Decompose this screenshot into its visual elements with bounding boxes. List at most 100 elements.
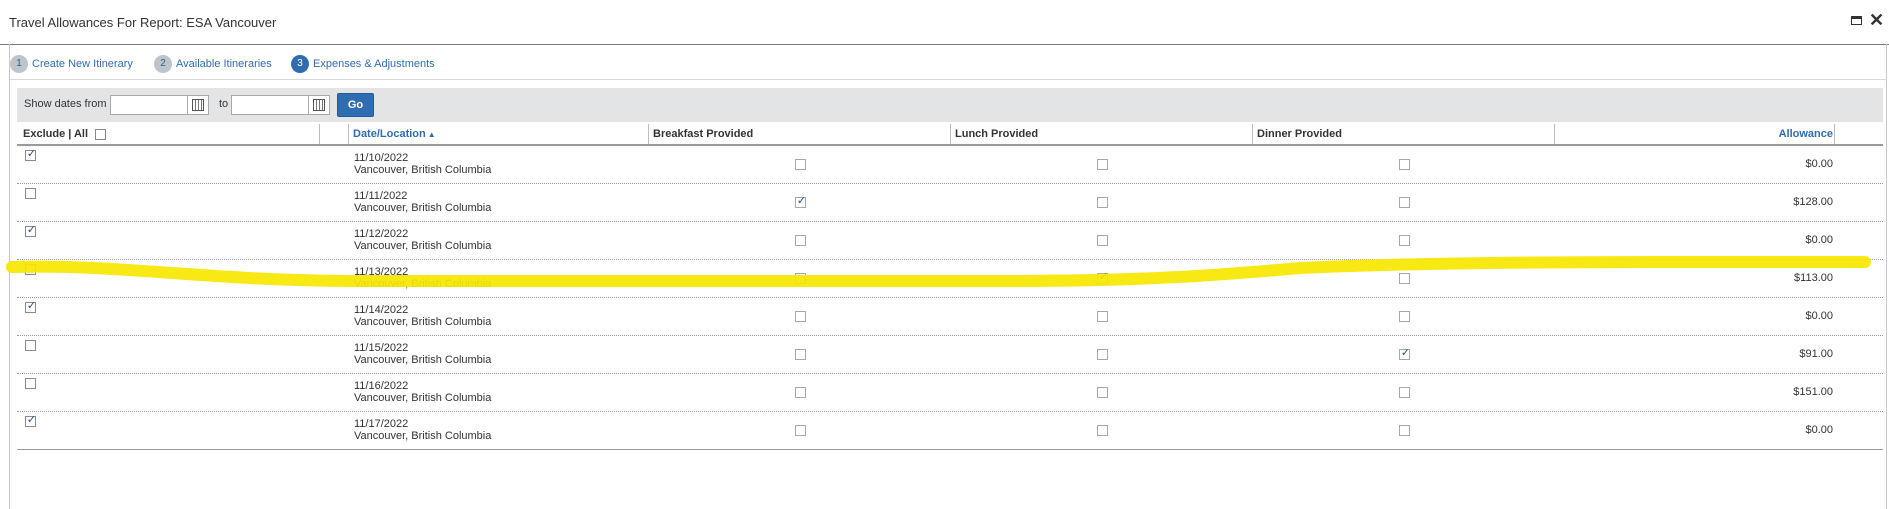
step-number-badge: 2 bbox=[154, 55, 172, 73]
calendar-icon[interactable] bbox=[308, 95, 330, 115]
breakfast-header: Breakfast Provided bbox=[653, 128, 754, 140]
exclude-checkbox[interactable] bbox=[25, 188, 36, 199]
lunch-checkbox[interactable] bbox=[1097, 197, 1108, 208]
dinner-checkbox[interactable] bbox=[1399, 311, 1410, 322]
checkmark-icon: ✓ bbox=[26, 224, 37, 236]
allowance-value: $0.00 bbox=[1805, 310, 1833, 322]
checkmark-icon: ✓ bbox=[26, 414, 37, 426]
row-location: Vancouver, British Columbia bbox=[354, 354, 492, 366]
row-location: Vancouver, British Columbia bbox=[354, 430, 492, 442]
date-location-cell: 11/17/2022 Vancouver, British Columbia bbox=[354, 418, 491, 442]
step-expenses-adjustments[interactable]: 3 Expenses & Adjustments bbox=[291, 55, 435, 75]
lunch-checkbox[interactable] bbox=[1097, 387, 1108, 398]
exclude-checkbox[interactable] bbox=[25, 378, 36, 389]
checkmark-icon: ✓ bbox=[26, 148, 37, 160]
step-number-badge: 1 bbox=[10, 55, 28, 73]
step-create-new-itinerary[interactable]: 1 Create New Itinerary bbox=[10, 55, 133, 75]
checkmark-icon: ✓ bbox=[796, 195, 807, 207]
content-right-border bbox=[1886, 44, 1887, 509]
column-divider bbox=[319, 124, 320, 144]
step-available-itineraries[interactable]: 2 Available Itineraries bbox=[154, 55, 272, 75]
allowance-value: $151.00 bbox=[1793, 386, 1833, 398]
row-location: Vancouver, British Columbia bbox=[354, 278, 492, 290]
date-location-cell: 11/10/2022 Vancouver, British Columbia bbox=[354, 152, 491, 176]
lunch-checkbox[interactable] bbox=[1097, 425, 1108, 436]
table-row: ✓ 11/12/2022 Vancouver, British Columbia… bbox=[17, 222, 1883, 260]
allowance-value: $128.00 bbox=[1793, 196, 1833, 208]
dinner-checkbox[interactable]: ✓ bbox=[1399, 347, 1411, 360]
lunch-checkbox[interactable] bbox=[1097, 235, 1108, 246]
column-divider bbox=[1252, 124, 1253, 144]
row-date: 11/16/2022 bbox=[354, 380, 409, 392]
breakfast-checkbox[interactable] bbox=[795, 235, 806, 246]
row-location: Vancouver, British Columbia bbox=[354, 316, 492, 328]
lunch-checkbox[interactable]: ✓ bbox=[1097, 271, 1109, 284]
allowance-value: $0.00 bbox=[1805, 424, 1833, 436]
step-label: Create New Itinerary bbox=[32, 58, 133, 70]
window-title-bar: Travel Allowances For Report: ESA Vancou… bbox=[0, 0, 1889, 45]
allowance-header[interactable]: Allowance bbox=[1779, 124, 1833, 144]
date-location-cell: 11/11/2022 Vancouver, British Columbia bbox=[354, 190, 491, 214]
allowance-value: $91.00 bbox=[1799, 348, 1833, 360]
calendar-icon[interactable] bbox=[187, 95, 209, 115]
table-header: Exclude | All Date/Location ▲ Breakfast P… bbox=[17, 124, 1883, 146]
exclude-checkbox[interactable]: ✓ bbox=[25, 148, 37, 161]
exclude-checkbox[interactable] bbox=[25, 264, 36, 275]
exclude-checkbox[interactable]: ✓ bbox=[25, 300, 36, 313]
row-location: Vancouver, British Columbia bbox=[354, 392, 492, 404]
dinner-header: Dinner Provided bbox=[1257, 128, 1342, 140]
breakfast-checkbox[interactable] bbox=[795, 425, 806, 436]
date-location-cell: 11/12/2022 Vancouver, British Columbia bbox=[354, 228, 491, 252]
go-button[interactable]: Go bbox=[337, 93, 374, 117]
row-date: 11/10/2022 bbox=[354, 152, 409, 164]
maximize-icon[interactable] bbox=[1851, 16, 1862, 25]
column-divider bbox=[1554, 124, 1555, 144]
exclude-checkbox[interactable]: ✓ bbox=[25, 414, 37, 427]
allowance-value: $0.00 bbox=[1805, 158, 1833, 170]
sort-ascending-icon: ▲ bbox=[427, 130, 436, 139]
column-divider bbox=[648, 124, 649, 144]
checkmark-icon: ✓ bbox=[1098, 271, 1109, 283]
dinner-checkbox[interactable] bbox=[1399, 159, 1410, 170]
row-location: Vancouver, British Columbia bbox=[354, 240, 492, 252]
allowance-value: $0.00 bbox=[1805, 234, 1833, 246]
dinner-checkbox[interactable] bbox=[1399, 197, 1410, 208]
breakfast-checkbox[interactable] bbox=[795, 159, 806, 170]
row-date: 11/11/2022 bbox=[354, 190, 408, 202]
dinner-checkbox[interactable] bbox=[1399, 235, 1410, 246]
lunch-checkbox[interactable] bbox=[1097, 349, 1108, 360]
close-icon[interactable]: ✕ bbox=[1869, 11, 1884, 29]
breakfast-checkbox[interactable] bbox=[795, 349, 806, 360]
date-location-cell: 11/15/2022 Vancouver, British Columbia bbox=[354, 342, 491, 366]
window-title: Travel Allowances For Report: ESA Vancou… bbox=[9, 15, 277, 30]
date-filter-bar: Show dates from to Go bbox=[17, 88, 1883, 122]
checkmark-icon: ✓ bbox=[1400, 347, 1411, 359]
table-row: ✓ 11/17/2022 Vancouver, British Columbia… bbox=[17, 412, 1883, 450]
row-date: 11/17/2022 bbox=[354, 418, 409, 430]
exclude-checkbox[interactable] bbox=[25, 340, 36, 351]
exclude-all-header: Exclude | All bbox=[23, 128, 89, 140]
table-row: 11/16/2022 Vancouver, British Columbia $… bbox=[17, 374, 1883, 412]
breakfast-checkbox[interactable] bbox=[795, 387, 806, 398]
date-location-header[interactable]: Date/Location ▲ bbox=[353, 124, 436, 144]
dinner-checkbox[interactable] bbox=[1399, 387, 1410, 398]
date-location-cell: 11/16/2022 Vancouver, British Columbia bbox=[354, 380, 491, 404]
breakfast-checkbox[interactable] bbox=[795, 311, 806, 322]
lunch-checkbox[interactable] bbox=[1097, 159, 1108, 170]
dinner-checkbox[interactable] bbox=[1399, 425, 1410, 436]
exclude-all-checkbox[interactable] bbox=[95, 129, 106, 140]
row-date: 11/15/2022 bbox=[354, 342, 409, 354]
lunch-checkbox[interactable] bbox=[1097, 311, 1108, 322]
allowance-value: $113.00 bbox=[1794, 272, 1833, 284]
table-body: ✓ 11/10/2022 Vancouver, British Columbia… bbox=[17, 146, 1883, 450]
date-to-input[interactable] bbox=[231, 95, 309, 115]
breakfast-checkbox[interactable] bbox=[795, 273, 806, 284]
allowance-table: Exclude | All Date/Location ▲ Breakfast P… bbox=[17, 124, 1883, 450]
lunch-header: Lunch Provided bbox=[955, 128, 1039, 140]
exclude-checkbox[interactable]: ✓ bbox=[25, 224, 37, 237]
date-from-input[interactable] bbox=[110, 95, 188, 115]
dinner-checkbox[interactable] bbox=[1399, 273, 1410, 284]
breakfast-checkbox[interactable]: ✓ bbox=[795, 195, 807, 208]
date-location-cell: 11/14/2022 Vancouver, British Columbia bbox=[354, 304, 491, 328]
to-label: to bbox=[219, 98, 229, 110]
